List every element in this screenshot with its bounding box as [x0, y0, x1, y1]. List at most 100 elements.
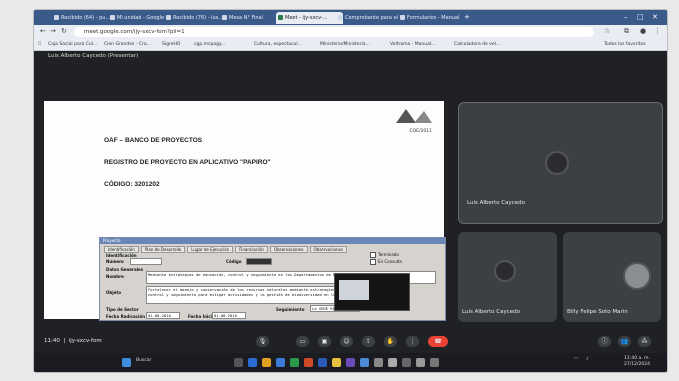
bookmark-item[interactable]: Caja Social para Cul... [48, 41, 97, 48]
search-label[interactable]: Buscar [136, 358, 151, 363]
bookmark-item[interactable]: cgp.mcpagy... [194, 41, 225, 48]
gmail-icon [166, 15, 171, 20]
fecha-label: Fecha Radicación [106, 314, 146, 319]
end-call-icon[interactable]: ☎ [428, 336, 448, 347]
powerpoint-icon[interactable] [304, 358, 313, 367]
nombre-label: Nombre [106, 274, 124, 279]
excel-icon[interactable] [290, 358, 299, 367]
participant-tile[interactable]: Luis Alberto Caycedo [458, 232, 557, 322]
system-clock[interactable]: 11:40 a. m. 27/12/2024 [624, 356, 650, 368]
meet-icon [278, 15, 283, 20]
datos-label: Datos Generales [106, 267, 144, 272]
windows-taskbar: Buscar ◠ ♪ 11:40 a. m. 27/12/2024 [34, 353, 667, 372]
emoji-icon[interactable]: ☺ [340, 336, 353, 347]
codigo-field[interactable] [246, 258, 272, 265]
present-icon[interactable]: ⇪ [362, 336, 375, 347]
captions-icon[interactable]: ▣ [318, 336, 331, 347]
doc-heading-2: REGISTRO DE PROYECTO EN APLICATIVO "PAPI… [104, 159, 271, 166]
meet-controls-bar: 11:40 | ijy-sxcv-fom 🎙 ▭ ▣ ☺ ⇪ ✋ ⋮ ☎ ⓘ 👥… [34, 332, 667, 352]
start-icon[interactable] [122, 358, 131, 367]
more-options-icon[interactable]: ⋮ [406, 336, 419, 347]
folder-icon[interactable] [262, 358, 271, 367]
chrome-icon[interactable] [332, 358, 341, 367]
app-tab[interactable]: Identificación [104, 246, 139, 253]
consulta-checkbox[interactable]: En Consulta [370, 259, 402, 265]
menu-icon[interactable]: ⋮ [654, 27, 661, 35]
bookmark-star-icon[interactable]: ☆ [604, 27, 610, 35]
info-icon[interactable]: ⓘ [598, 336, 611, 347]
address-bar-row: ← → ↻ meet.google.com/ijy-sxcv-fom?pli=1… [34, 25, 667, 39]
codigo-label: Código [226, 259, 242, 264]
app-tab[interactable]: Lugar de Ejecución [187, 246, 234, 253]
task-view-icon[interactable] [234, 358, 243, 367]
self-view-thumbnail[interactable] [334, 273, 410, 311]
camera-icon[interactable]: ▭ [296, 336, 309, 347]
bookmark-item[interactable]: Calculadora de vel... [454, 41, 500, 48]
browser-tab[interactable]: Mi unidad - Google [108, 12, 171, 24]
document-icon [338, 15, 343, 20]
doc-code-label: COE/2011 [409, 129, 433, 134]
participant-avatar [494, 260, 516, 282]
bookmark-item[interactable]: Ministerio/Ministeria... [320, 41, 370, 48]
app-tab[interactable]: Observaciones [309, 246, 348, 253]
outlook-icon[interactable] [360, 358, 369, 367]
doc-heading-1: OAF – BANCO DE PROYECTOS [104, 137, 203, 144]
app-icon[interactable] [388, 358, 397, 367]
microphone-icon[interactable]: 🎙 [256, 336, 269, 347]
word-icon[interactable] [318, 358, 327, 367]
doc-heading-3: CÓDIGO: 3201202 [104, 181, 160, 188]
numero-field[interactable] [130, 258, 162, 265]
browser-tab-strip: Recibido (64) - pu... Mi unidad - Google… [34, 10, 667, 25]
fecha2-field[interactable]: 01-08-2016 [212, 312, 246, 319]
browser-tab[interactable]: Recibido (64) - pu... [52, 12, 115, 24]
browser-tab[interactable]: Comprobante para el ... [336, 12, 405, 24]
new-tab-icon[interactable]: + [464, 10, 470, 25]
back-icon[interactable]: ← [40, 27, 46, 35]
raise-hand-icon[interactable]: ✋ [384, 336, 397, 347]
url-field[interactable]: meet.google.com/ijy-sxcv-fom?pli=1 [74, 27, 594, 37]
apps-icon[interactable]: ⠿ [38, 41, 41, 48]
activities-icon[interactable]: ⁂ [638, 336, 651, 347]
maximize-icon[interactable]: □ [637, 10, 644, 25]
presenter-label: Luis Alberto Caycedo (Presentar) [48, 53, 139, 59]
all-bookmarks-link[interactable]: Todos los favoritos [604, 41, 646, 48]
forward-icon[interactable]: → [50, 27, 56, 35]
app-icon[interactable] [416, 358, 425, 367]
browser-tab[interactable]: Recibido (76) - lus... [164, 12, 227, 24]
people-icon[interactable]: 👥 [618, 336, 631, 347]
participant-tile[interactable]: Billy Felipe Soto Marin [563, 232, 661, 322]
meet-stage: Luis Alberto Caycedo (Presentar) COE/201… [34, 51, 667, 372]
edge-icon[interactable] [276, 358, 285, 367]
close-window-icon[interactable]: ✕ [652, 10, 658, 25]
seguimiento-label: Seguimiento [276, 307, 305, 312]
bookmark-item[interactable]: Cien Grandes - Cra... [104, 41, 151, 48]
minimize-icon[interactable]: – [624, 10, 628, 25]
browser-tab[interactable]: Mesa N° Final [220, 12, 283, 24]
participant-tile-main[interactable]: Luis Alberto Caycedo [458, 102, 663, 224]
app-titlebar: Proyecto [100, 238, 445, 244]
gmail-icon [54, 15, 59, 20]
browser-tab[interactable]: Formularios - Manual [398, 12, 467, 24]
participant-name: Luis Alberto Caycedo [462, 309, 521, 315]
file-explorer-icon[interactable] [248, 358, 257, 367]
app-icon[interactable] [374, 358, 383, 367]
volume-icon[interactable]: ♪ [586, 357, 589, 362]
terminado-checkbox[interactable]: Terminado [370, 252, 399, 258]
tipo-label: Tipo de Sector [106, 307, 139, 312]
meeting-code: ijy-sxcv-fom [68, 338, 102, 344]
app-tab[interactable]: Observaciones [269, 246, 308, 253]
browser-tab-active[interactable]: Meet - ijy-sxcv-... [276, 12, 343, 24]
app-tab[interactable]: Financiación [235, 246, 268, 253]
app-tab[interactable]: Plan de Desarrollo [140, 246, 186, 253]
profile-icon[interactable]: ● [640, 27, 646, 35]
app-icon[interactable] [402, 358, 411, 367]
extensions-icon[interactable]: ⧉ [624, 27, 629, 36]
teams-icon[interactable] [346, 358, 355, 367]
app-icon[interactable] [430, 358, 439, 367]
fecha-field[interactable]: 01-08-2016 [146, 312, 180, 319]
bookmark-item[interactable]: SigreHO [162, 41, 180, 48]
bookmark-item[interactable]: Voltrama - Manual... [390, 41, 435, 48]
reload-icon[interactable]: ↻ [61, 27, 67, 35]
wifi-icon[interactable]: ◠ [574, 357, 578, 362]
bookmark-item[interactable]: Cultura, espectacul... [254, 41, 302, 48]
